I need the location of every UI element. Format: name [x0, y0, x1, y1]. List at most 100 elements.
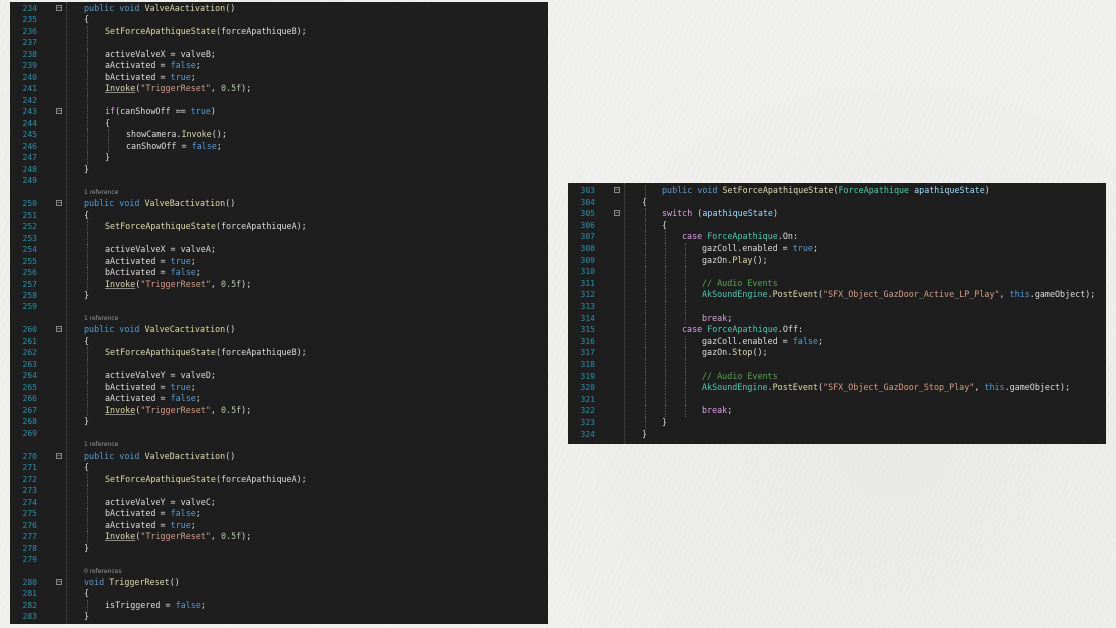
- code-line[interactable]: 249: [10, 175, 548, 187]
- indent-guide: [685, 312, 687, 325]
- codelens-text[interactable]: 1 reference: [84, 313, 118, 325]
- code-line[interactable]: 308 gazColl.enabled = true;: [568, 243, 1106, 255]
- code-editor-right[interactable]: 303public void SetForceApathiqueState(Fo…: [568, 183, 1106, 444]
- code-line[interactable]: 314 break;: [568, 312, 1106, 325]
- code-token: activeValveY = valveD;: [105, 370, 216, 381]
- code-line[interactable]: 280 void TriggerReset(): [10, 577, 548, 589]
- collapse-icon[interactable]: [56, 200, 62, 207]
- code-line[interactable]: 252 SetForceApathiqueState(forceApathique…: [10, 221, 548, 233]
- code-line[interactable]: 265 bActivated = true;: [10, 381, 548, 394]
- code-line[interactable]: 237: [10, 37, 548, 50]
- code-line[interactable]: 239 aActivated = false;: [10, 60, 548, 73]
- code-text: {: [84, 588, 89, 600]
- code-line[interactable]: 267 Invoke("TriggerReset", 0.5f);: [10, 404, 548, 417]
- code-line[interactable]: 281 {: [10, 588, 548, 600]
- line-number: 307: [580, 232, 595, 242]
- code-line[interactable]: 309 gazOn.Play();: [568, 254, 1106, 267]
- code-line[interactable]: 268}: [10, 416, 548, 428]
- code-line[interactable]: 273: [10, 485, 548, 497]
- code-line[interactable]: 254 activeValveX = valveA;: [10, 244, 548, 256]
- code-line[interactable]: 244 {: [10, 117, 548, 130]
- code-line[interactable]: 279: [10, 554, 548, 566]
- code-line[interactable]: 245 showCamera.Invoke();: [10, 129, 548, 141]
- code-line[interactable]: 248}: [10, 164, 548, 176]
- code-line[interactable]: 263: [10, 358, 548, 371]
- collapse-icon[interactable]: [614, 210, 620, 217]
- collapse-icon[interactable]: [56, 326, 62, 333]
- code-line[interactable]: 312 AkSoundEngine.PostEvent("SFX_Object_G…: [568, 289, 1106, 302]
- code-line[interactable]: 316 gazColl.enabled = false;: [568, 335, 1106, 348]
- code-line[interactable]: 315 case ForceApathique.Off:: [568, 324, 1106, 336]
- code-text: public void ValveCactivation(): [84, 324, 235, 336]
- code-line[interactable]: 310: [568, 266, 1106, 278]
- reference-count[interactable]: 1 reference: [10, 313, 548, 325]
- code-editor-left[interactable]: 234public void ValveAactivation()235{236…: [10, 2, 548, 624]
- code-line[interactable]: 264 activeValveY = valveD;: [10, 370, 548, 383]
- code-token: ,: [210, 83, 221, 94]
- reference-count[interactable]: 1 reference: [10, 187, 548, 199]
- code-token: (): [225, 450, 236, 461]
- code-line[interactable]: 240 bActivated = true;: [10, 71, 548, 84]
- collapse-icon[interactable]: [56, 108, 62, 115]
- code-line[interactable]: 261 {: [10, 336, 548, 348]
- code-line[interactable]: 320 AkSoundEngine.PostEvent("SFX_Object_G…: [568, 382, 1106, 394]
- code-line[interactable]: 260 public void ValveCactivation(): [10, 324, 548, 336]
- code-line[interactable]: 241 Invoke("TriggerReset", 0.5f);: [10, 83, 548, 96]
- code-line[interactable]: 258}: [10, 290, 548, 302]
- code-line[interactable]: 270 public void ValveDactivation(): [10, 451, 548, 463]
- code-line[interactable]: 256 bActivated = false;: [10, 267, 548, 279]
- code-line[interactable]: 253: [10, 232, 548, 245]
- reference-count[interactable]: 1 reference: [10, 439, 548, 451]
- code-line[interactable]: 307 case ForceApathique.On:: [568, 231, 1106, 244]
- collapse-icon[interactable]: [56, 579, 62, 585]
- code-line[interactable]: 276 aActivated = true;: [10, 519, 548, 532]
- code-line[interactable]: 313: [568, 301, 1106, 313]
- code-line[interactable]: 238 activeValveX = valveB;: [10, 48, 548, 61]
- code-line[interactable]: 272 SetForceApathiqueState(forceApathique…: [10, 473, 548, 486]
- code-line[interactable]: 250 public void ValveBactivation(): [10, 198, 548, 210]
- code-line[interactable]: 257 Invoke("TriggerReset", 0.5f);: [10, 278, 548, 291]
- collapse-icon[interactable]: [56, 452, 62, 459]
- code-token: "TriggerReset": [140, 83, 211, 94]
- code-line[interactable]: 304 {: [568, 197, 1106, 209]
- collapse-icon[interactable]: [56, 5, 62, 11]
- codelens-text[interactable]: 0 references: [84, 566, 122, 578]
- codelens-text[interactable]: 1 reference: [84, 187, 118, 199]
- code-line[interactable]: 278}: [10, 543, 548, 555]
- code-line[interactable]: 247}: [10, 152, 548, 164]
- code-line[interactable]: 283}: [10, 611, 548, 623]
- code-line[interactable]: 234 public void ValveAactivation(): [10, 3, 548, 15]
- code-line[interactable]: 246 canShowOff = false;: [10, 140, 548, 153]
- code-line[interactable]: 305 switch (apathiqueState): [568, 208, 1106, 220]
- code-line[interactable]: 255 aActivated = true;: [10, 255, 548, 268]
- code-line[interactable]: 321: [568, 393, 1106, 406]
- line-number: 242: [22, 95, 37, 105]
- code-line[interactable]: 277 Invoke("TriggerReset", 0.5f);: [10, 531, 548, 543]
- code-line[interactable]: 324}: [568, 429, 1106, 441]
- code-line[interactable]: 235 {: [10, 14, 548, 26]
- code-line[interactable]: 266 aActivated = false;: [10, 393, 548, 405]
- code-line[interactable]: 242: [10, 94, 548, 107]
- code-line[interactable]: 318: [568, 359, 1106, 371]
- code-line[interactable]: 323}: [568, 417, 1106, 429]
- code-line[interactable]: 282 isTriggered = false;: [10, 599, 548, 612]
- code-line[interactable]: 311 // Audio Events: [568, 277, 1106, 290]
- collapse-icon[interactable]: [614, 187, 620, 193]
- code-line[interactable]: 259: [10, 301, 548, 313]
- code-line[interactable]: 303 public void SetForceApathiqueState(Fo…: [568, 185, 1106, 197]
- code-line[interactable]: 317 gazOn.Stop();: [568, 347, 1106, 360]
- reference-count[interactable]: 0 references: [10, 566, 548, 578]
- code-line[interactable]: 271 {: [10, 462, 548, 474]
- code-line[interactable]: 251 {: [10, 210, 548, 222]
- code-line[interactable]: 306 {: [568, 219, 1106, 232]
- code-line[interactable]: 243 if(canShowOff == true): [10, 106, 548, 118]
- codelens-text[interactable]: 1 reference: [84, 439, 118, 451]
- code-line[interactable]: 269: [10, 428, 548, 440]
- line-number: 265: [22, 382, 37, 392]
- code-line[interactable]: 275 bActivated = false;: [10, 508, 548, 520]
- code-line[interactable]: 262 SetForceApathiqueState(forceApathique…: [10, 347, 548, 360]
- code-line[interactable]: 236 SetForceApathiqueState(forceApathique…: [10, 25, 548, 38]
- code-line[interactable]: 319 // Audio Events: [568, 370, 1106, 383]
- code-line[interactable]: 322 break;: [568, 405, 1106, 418]
- code-line[interactable]: 274 activeValveY = valveC;: [10, 496, 548, 509]
